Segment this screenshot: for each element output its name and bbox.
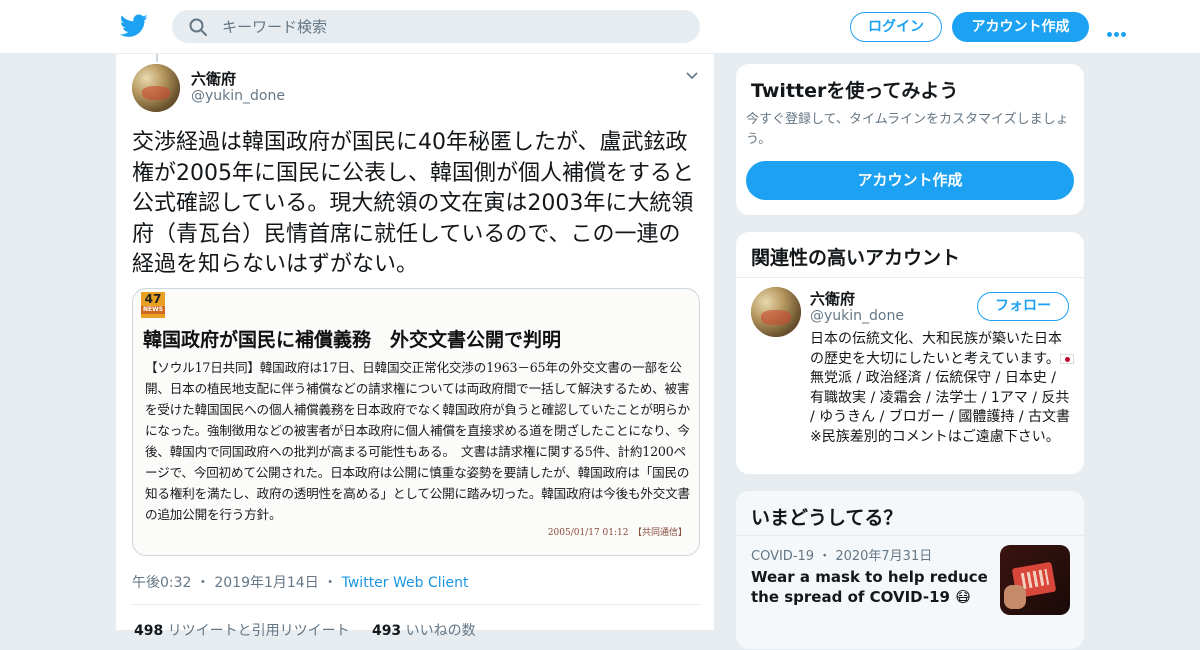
author-handle[interactable]: @yukin_done xyxy=(191,88,285,104)
tweet-text: 交渉経過は韓国政府が国民に40年秘匿したが、盧武鉉政権が2005年に国民に公表し… xyxy=(132,130,694,277)
related-accounts-card: 関連性の高いアカウント 六衛府 @yukin_done フォロー 日本の伝統文化… xyxy=(735,231,1085,475)
related-accounts-title: 関連性の高いアカウント xyxy=(751,247,961,269)
account-handle[interactable]: @yukin_done xyxy=(810,308,904,324)
like-label[interactable]: いいねの数 xyxy=(406,623,476,639)
author-avatar[interactable] xyxy=(132,64,180,112)
retweet-label[interactable]: リツイートと引用リツイート xyxy=(168,623,350,639)
trend-title[interactable]: Wear a mask to help reduce the spread of… xyxy=(751,567,991,607)
signup-card: Twitterを使ってみよう 今すぐ登録して、タイムラインをカスタマイズしましょ… xyxy=(735,63,1085,216)
signup-card-subtitle: 今すぐ登録して、タイムラインをカスタマイズしましょう。 xyxy=(746,112,1069,147)
tweet-metadata: 午後0:32 ・ 2019年1月14日 ・ Twitter Web Client xyxy=(132,572,469,592)
account-bio: 日本の伝統文化、大和民族が築いた日本の歴史を大切にしたいと考えています。 無党派… xyxy=(810,330,1074,447)
search-bar[interactable] xyxy=(172,10,700,43)
trend-item[interactable]: COVID-19 ・ 2020年7月31日 Wear a mask to hel… xyxy=(751,545,991,607)
account-avatar[interactable] xyxy=(751,287,801,337)
tweet-client-link[interactable]: Twitter Web Client xyxy=(342,575,469,591)
tweet-date[interactable]: 2019年1月14日 xyxy=(214,575,318,591)
more-options-icon[interactable] xyxy=(1107,22,1131,37)
tweet-stats: 498 リツイートと引用リツイート 493 いいねの数 xyxy=(134,620,476,640)
thread-line xyxy=(156,54,158,62)
account-name[interactable]: 六衛府 xyxy=(810,288,855,309)
tweet-detail: 六衛府 @yukin_done 交渉経過は韓国政府が国民に40年秘匿したが、盧武… xyxy=(115,54,715,639)
clipping-footer: 2005/01/17 01:12 【共同通信】 xyxy=(547,528,687,538)
divider xyxy=(132,604,700,605)
divider xyxy=(736,535,1084,536)
signup-button[interactable]: アカウント作成 xyxy=(952,12,1089,42)
login-button[interactable]: ログイン xyxy=(850,12,942,42)
clipping-body: 【ソウル17日共同】韓国政府は17日、日韓国交正常化交渉の1963－65年の外交… xyxy=(145,360,690,522)
separator-dot: ・ xyxy=(195,575,210,591)
separator-dot: ・ xyxy=(323,575,338,591)
tweet-time[interactable]: 午後0:32 xyxy=(132,575,191,591)
create-account-button[interactable]: アカウント作成 xyxy=(746,161,1074,200)
clipping-headline: 韓国政府が国民に補償義務 外交文書公開で判明 xyxy=(143,329,562,351)
twitter-bird-icon[interactable] xyxy=(120,14,148,38)
trend-thumbnail[interactable] xyxy=(1000,545,1070,615)
trend-meta: COVID-19 ・ 2020年7月31日 xyxy=(751,549,933,564)
top-navigation-bar: ログイン アカウント作成 xyxy=(0,0,1200,54)
search-icon xyxy=(189,18,207,36)
tweet-media-image[interactable]: 47 NEWS 韓国政府が国民に補償義務 外交文書公開で判明 【ソウル17日共同】… xyxy=(132,288,700,556)
divider xyxy=(736,277,1084,278)
retweet-count[interactable]: 498 xyxy=(134,623,163,639)
trends-card: いまどうしてる？ COVID-19 ・ 2020年7月31日 Wear a ma… xyxy=(735,490,1085,650)
signup-card-title: Twitterを使ってみよう xyxy=(751,80,959,102)
news-logo: 47 NEWS xyxy=(141,292,165,318)
trends-title: いまどうしてる？ xyxy=(751,507,903,529)
japan-flag-icon xyxy=(1059,353,1074,364)
chevron-down-icon[interactable] xyxy=(686,72,698,80)
follow-button[interactable]: フォロー xyxy=(977,292,1069,321)
search-input[interactable] xyxy=(222,10,682,43)
like-count[interactable]: 493 xyxy=(372,623,401,639)
author-name[interactable]: 六衛府 xyxy=(191,68,236,89)
